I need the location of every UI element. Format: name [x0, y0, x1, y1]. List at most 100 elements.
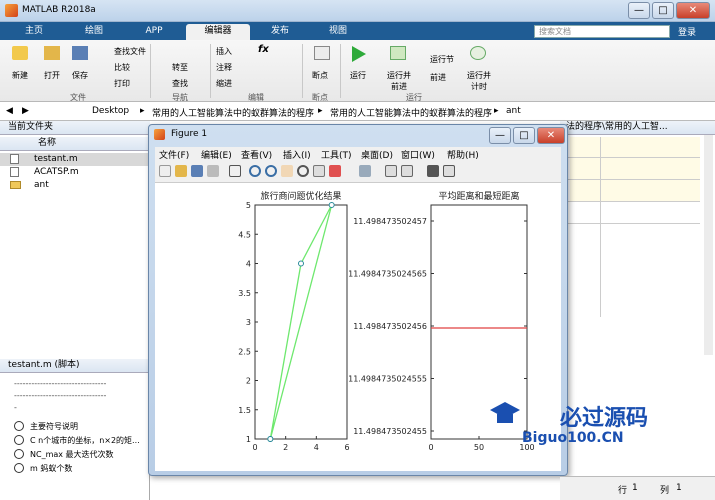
- zoom-in-icon[interactable]: [249, 165, 261, 177]
- comment-line: 主要符号说明: [30, 422, 78, 431]
- details-divider: -: [14, 403, 17, 412]
- advance-button[interactable]: 前进: [430, 72, 446, 83]
- menu-window[interactable]: 窗口(W): [401, 148, 435, 161]
- legend-icon[interactable]: [401, 165, 413, 177]
- details-divider: --------------------------------: [14, 391, 107, 400]
- link-plot-icon[interactable]: [359, 165, 371, 177]
- tab-view[interactable]: 视图: [310, 24, 366, 40]
- group-label-nav: 导航: [172, 93, 188, 102]
- open-icon[interactable]: [175, 165, 187, 177]
- tab-publish[interactable]: 发布: [252, 24, 308, 40]
- comment-button[interactable]: 注释: [216, 62, 232, 73]
- m-file-icon: [10, 167, 19, 177]
- open-button[interactable]: 打开: [44, 70, 60, 81]
- breadcrumb-3[interactable]: ant: [506, 106, 521, 116]
- search-docs-input[interactable]: 搜索文档: [534, 25, 670, 38]
- vertical-scrollbar[interactable]: [704, 135, 713, 355]
- find-files-button[interactable]: 查找文件: [114, 46, 146, 57]
- ribbon-separator: [302, 44, 303, 98]
- group-label-run: 运行: [406, 93, 422, 102]
- details-header: testant.m (脚本): [0, 359, 150, 373]
- show-plot-tools-icon[interactable]: [443, 165, 455, 177]
- colorbar-icon[interactable]: [385, 165, 397, 177]
- forward-arrow-icon[interactable]: ▶: [22, 106, 29, 116]
- new-figure-icon[interactable]: [159, 165, 171, 177]
- row-value: 1: [632, 483, 638, 493]
- menu-help[interactable]: 帮助(H): [447, 148, 479, 161]
- pointer-icon[interactable]: [229, 165, 241, 177]
- find-button[interactable]: 查找: [172, 78, 188, 89]
- current-folder-header: 当前文件夹: [0, 121, 150, 135]
- insert-button[interactable]: 插入: [216, 46, 232, 57]
- breakpoint-button[interactable]: 断点: [312, 70, 328, 81]
- y-tick-label: 2.5: [238, 347, 251, 356]
- save-icon[interactable]: [191, 165, 203, 177]
- hide-plot-tools-icon[interactable]: [427, 165, 439, 177]
- minimize-button[interactable]: —: [628, 2, 650, 19]
- run-button[interactable]: 运行: [350, 70, 366, 81]
- run-advance-icon: [390, 46, 406, 60]
- workspace-cell-highlight: [570, 137, 700, 201]
- address-bar[interactable]: ◀ ▶ Desktop ▸ 常用的人工智能算法中的蚁群算法的程序 ▸ 常用的人工…: [0, 103, 715, 121]
- col-label: 列: [660, 486, 670, 496]
- tab-editor[interactable]: 编辑器: [186, 24, 250, 40]
- comment-icon: [14, 421, 24, 431]
- goto-button[interactable]: 转至: [172, 62, 188, 73]
- data-point: [298, 260, 304, 267]
- menu-view[interactable]: 查看(V): [241, 148, 272, 161]
- file-name: ant: [34, 180, 49, 190]
- tab-home[interactable]: 主页: [4, 24, 64, 40]
- new-button[interactable]: 新建: [12, 70, 28, 81]
- grid-line: [600, 137, 601, 317]
- save-button[interactable]: 保存: [72, 70, 88, 81]
- comment-line: NC_max 最大迭代次数: [30, 450, 114, 459]
- close-button[interactable]: ✕: [676, 2, 710, 19]
- print-button[interactable]: 打印: [114, 78, 130, 89]
- pan-hand-icon[interactable]: [281, 165, 293, 177]
- indent-button[interactable]: 缩进: [216, 78, 232, 89]
- figure-title: Figure 1: [171, 129, 208, 139]
- rotate-icon[interactable]: [297, 165, 309, 177]
- data-cursor-icon[interactable]: [313, 165, 325, 177]
- tab-apps[interactable]: APP: [124, 24, 184, 40]
- row-label: 行: [618, 486, 628, 496]
- tab-plots[interactable]: 绘图: [66, 24, 122, 40]
- breadcrumb-2[interactable]: 常用的人工智能算法中的蚁群算法的程序: [330, 106, 492, 119]
- login-link[interactable]: 登录: [678, 25, 696, 38]
- menu-file[interactable]: 文件(F): [159, 148, 189, 161]
- file-row[interactable]: ACATSP.m: [0, 166, 150, 179]
- grid-line: [560, 157, 700, 158]
- comment-icon: [14, 435, 24, 445]
- y-tick-label: 11.4984735024555: [348, 375, 427, 384]
- col-value: 1: [676, 483, 682, 493]
- maximize-button[interactable]: □: [652, 2, 674, 19]
- run-timer-icon: [470, 46, 486, 60]
- y-tick-label: 4: [246, 260, 251, 269]
- menu-desktop[interactable]: 桌面(D): [361, 148, 393, 161]
- breadcrumb-0[interactable]: Desktop: [92, 106, 129, 116]
- run-time-button[interactable]: 运行并计时: [464, 70, 494, 92]
- data-point: [328, 202, 335, 208]
- fx-button[interactable]: fx: [258, 44, 269, 55]
- run-advance-button[interactable]: 运行并前进: [384, 70, 414, 92]
- compare-button[interactable]: 比较: [114, 62, 130, 73]
- menu-insert[interactable]: 插入(I): [283, 148, 311, 161]
- comment-icon: [14, 449, 24, 459]
- figure-close-button[interactable]: ✕: [537, 127, 565, 144]
- zoom-out-icon[interactable]: [265, 165, 277, 177]
- breadcrumb-1[interactable]: 常用的人工智能算法中的蚁群算法的程序: [152, 106, 314, 119]
- file-row[interactable]: testant.m: [0, 153, 150, 166]
- details-divider: --------------------------------: [14, 379, 107, 388]
- figure-maximize-button[interactable]: □: [513, 127, 535, 144]
- file-row[interactable]: ant: [0, 179, 150, 192]
- figure-minimize-button[interactable]: —: [489, 127, 511, 144]
- menu-tools[interactable]: 工具(T): [321, 148, 352, 161]
- menu-edit[interactable]: 编辑(E): [201, 148, 232, 161]
- data-point: [267, 436, 274, 442]
- print-icon[interactable]: [207, 165, 219, 177]
- back-arrow-icon[interactable]: ◀: [6, 106, 13, 116]
- group-label-breakpoint: 断点: [312, 93, 328, 102]
- run-section-button[interactable]: 运行节: [430, 54, 454, 65]
- name-column-header[interactable]: 名称: [0, 137, 150, 151]
- brush-icon[interactable]: [329, 165, 341, 177]
